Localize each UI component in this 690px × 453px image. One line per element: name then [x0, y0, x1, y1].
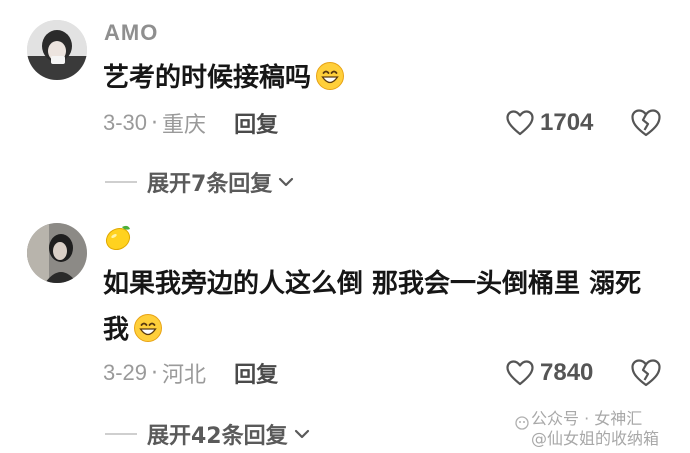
reply-button[interactable]: 回复 — [234, 357, 278, 389]
wechat-icon — [515, 416, 529, 430]
separator: · — [151, 110, 159, 136]
chevron-down-icon — [294, 429, 309, 439]
divider-line — [105, 433, 137, 435]
username[interactable]: AMO — [104, 20, 158, 46]
comment-meta: 3-30 · 重庆 回复 — [103, 108, 278, 138]
broken-heart-icon — [631, 109, 661, 137]
like-button[interactable]: 1704 — [506, 108, 593, 138]
watermark-line-1: 公众号 · 女神汇 — [531, 409, 643, 428]
watermark-line-2: @仙女姐的收纳箱 — [531, 429, 660, 448]
comment-date: 3-30 — [103, 110, 148, 135]
avatar[interactable] — [27, 20, 87, 80]
comment-location: 河北 — [162, 363, 207, 388]
watermark: 公众号 · 女神汇 @仙女姐的收纳箱 — [515, 410, 690, 450]
like-count: 7840 — [540, 359, 594, 386]
expand-replies-label: 展开7条回复 — [147, 172, 273, 197]
comment-body: 如果我旁边的人这么倒 那我会一头倒桶里 溺死我 — [103, 269, 642, 345]
grinning-face-icon — [316, 62, 345, 90]
avatar[interactable] — [27, 223, 87, 283]
expand-replies-button[interactable]: 展开7条回复 — [105, 166, 294, 198]
comment-text: 如果我旁边的人这么倒 那我会一头倒桶里 溺死我 — [103, 261, 663, 353]
lemon-icon — [105, 225, 131, 251]
comment-date: 3-29 — [103, 360, 148, 385]
divider-line — [105, 181, 137, 183]
dislike-button[interactable] — [630, 358, 662, 388]
like-count: 1704 — [540, 109, 594, 136]
heart-outline-icon — [506, 110, 534, 136]
expand-replies-button[interactable]: 展开42条回复 — [105, 418, 310, 450]
comment-location: 重庆 — [162, 113, 207, 138]
reply-button[interactable]: 回复 — [234, 107, 278, 139]
dislike-button[interactable] — [630, 108, 662, 138]
separator: · — [151, 360, 159, 386]
comment-item: AMO 艺考的时候接稿吗 3-30 · 重庆 回复 1704 展开7条回复 — [0, 0, 690, 205]
comment-meta: 3-29 · 河北 回复 — [103, 358, 278, 388]
expand-replies-label: 展开42条回复 — [147, 424, 288, 449]
broken-heart-icon — [631, 359, 661, 387]
comment-text: 艺考的时候接稿吗 — [103, 55, 663, 101]
chevron-down-icon — [279, 177, 294, 187]
comment-body: 艺考的时候接稿吗 — [103, 63, 312, 93]
like-button[interactable]: 7840 — [506, 358, 593, 388]
grinning-face-icon — [134, 314, 163, 342]
heart-outline-icon — [506, 360, 534, 386]
